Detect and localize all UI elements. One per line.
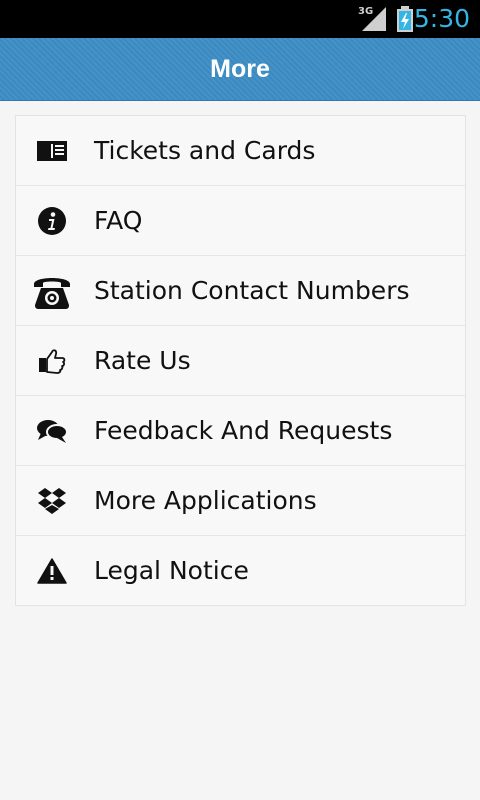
signal-icon	[362, 7, 386, 31]
battery-charging-icon	[397, 6, 413, 32]
ticket-icon	[32, 131, 72, 171]
thumbs-up-icon	[32, 341, 72, 381]
menu-item-tickets-and-cards[interactable]: Tickets and Cards	[16, 116, 465, 186]
menu-list: Tickets and Cards FAQ Station Contact Nu…	[15, 115, 466, 606]
menu-item-legal-notice[interactable]: Legal Notice	[16, 536, 465, 605]
menu-item-station-contact-numbers[interactable]: Station Contact Numbers	[16, 256, 465, 326]
dropbox-icon	[32, 481, 72, 521]
menu-item-faq[interactable]: FAQ	[16, 186, 465, 256]
menu-item-label: Station Contact Numbers	[94, 276, 410, 305]
menu-item-rate-us[interactable]: Rate Us	[16, 326, 465, 396]
phone-icon	[32, 271, 72, 311]
clock: 5:30	[413, 4, 470, 33]
page-title: More	[210, 55, 270, 83]
menu-item-label: More Applications	[94, 486, 317, 515]
chat-bubbles-icon	[32, 411, 72, 451]
menu-item-feedback-and-requests[interactable]: Feedback And Requests	[16, 396, 465, 466]
menu-item-more-applications[interactable]: More Applications	[16, 466, 465, 536]
info-icon	[32, 201, 72, 241]
menu-item-label: Feedback And Requests	[94, 416, 393, 445]
menu-item-label: Tickets and Cards	[94, 136, 316, 165]
app-header: More	[0, 38, 480, 101]
warning-icon	[32, 551, 72, 591]
menu-item-label: Rate Us	[94, 346, 191, 375]
menu-item-label: Legal Notice	[94, 556, 249, 585]
status-bar: 3G 5:30	[0, 0, 480, 38]
menu-item-label: FAQ	[94, 206, 143, 235]
